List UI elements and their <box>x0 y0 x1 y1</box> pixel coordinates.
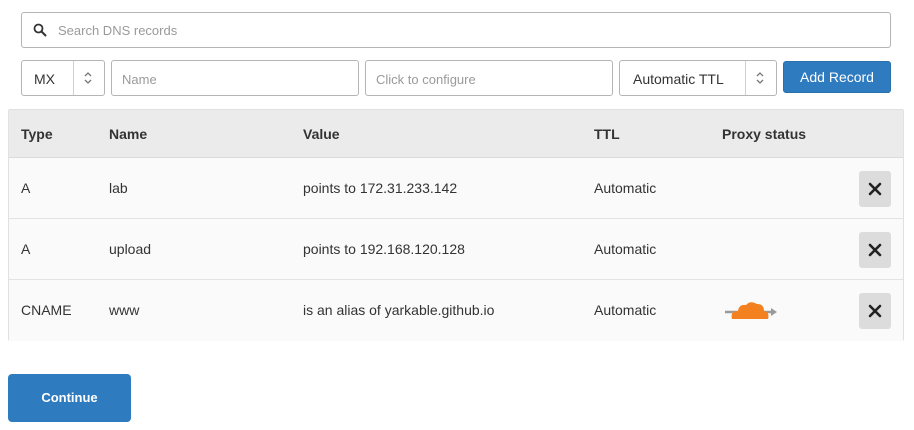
cell-name: www <box>109 302 140 318</box>
add-record-button[interactable]: Add Record <box>783 61 891 93</box>
delete-record-button[interactable] <box>859 232 891 268</box>
add-record-form: MX Name Click to configure Automatic TTL… <box>0 60 914 96</box>
ttl-value: Automatic TTL <box>633 71 724 87</box>
proxied-cloud-icon[interactable] <box>724 299 778 323</box>
header-value: Value <box>303 126 340 142</box>
cell-type: A <box>21 241 31 257</box>
cell-ttl: Automatic <box>594 180 657 196</box>
table-row: CNAME www is an alias of yarkable.github… <box>9 280 903 341</box>
cell-value: points to 172.31.233.142 <box>303 180 458 196</box>
value-placeholder: Click to configure <box>376 72 476 87</box>
chevron-updown-icon <box>84 72 92 84</box>
cell-value: points to 192.168.120.128 <box>303 241 465 257</box>
table-row: A upload points to 192.168.120.128 Autom… <box>9 219 903 280</box>
search-placeholder: Search DNS records <box>58 23 178 38</box>
header-type: Type <box>21 126 53 142</box>
cell-ttl: Automatic <box>594 302 657 318</box>
select-divider <box>745 61 746 95</box>
search-icon <box>33 23 47 37</box>
close-icon <box>868 182 882 196</box>
cell-name: lab <box>109 180 128 196</box>
cell-type: A <box>21 180 31 196</box>
header-ttl: TTL <box>594 126 620 142</box>
chevron-updown-icon <box>756 72 764 84</box>
cell-value: is an alias of yarkable.github.io <box>303 302 495 318</box>
select-divider <box>73 61 74 95</box>
close-icon <box>868 243 882 257</box>
cell-type: CNAME <box>21 302 72 318</box>
name-field[interactable]: Name <box>111 60 359 96</box>
record-type-value: MX <box>34 71 55 87</box>
header-name: Name <box>109 126 148 142</box>
search-input[interactable]: Search DNS records <box>21 12 891 48</box>
delete-record-button[interactable] <box>859 171 891 207</box>
delete-record-button[interactable] <box>859 293 891 329</box>
close-icon <box>868 304 882 318</box>
continue-button[interactable]: Continue <box>8 374 131 422</box>
cell-ttl: Automatic <box>594 241 657 257</box>
table-header: Type Name Value TTL Proxy status <box>9 110 903 158</box>
cell-name: upload <box>109 241 152 257</box>
name-placeholder: Name <box>122 72 157 87</box>
value-field[interactable]: Click to configure <box>365 60 613 96</box>
table-row: A lab points to 172.31.233.142 Automatic <box>9 158 903 219</box>
header-proxy-status: Proxy status <box>722 126 807 142</box>
dns-records-table: Type Name Value TTL Proxy status A lab p… <box>8 109 904 341</box>
record-type-select[interactable]: MX <box>21 60 105 96</box>
ttl-select[interactable]: Automatic TTL <box>619 60 777 96</box>
